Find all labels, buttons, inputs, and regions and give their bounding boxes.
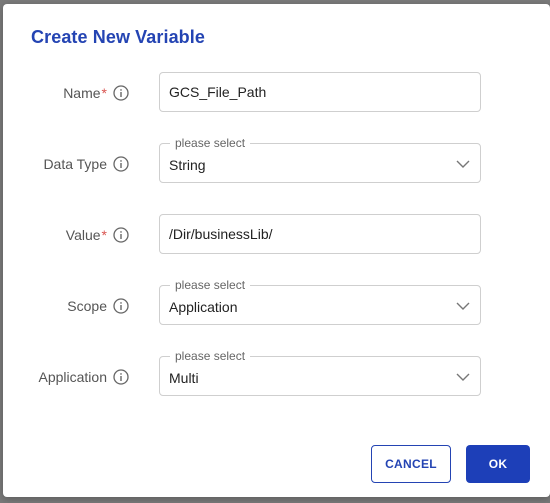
data-type-row: Data Type please select String bbox=[3, 136, 550, 185]
scope-row: Scope please select Application bbox=[3, 278, 550, 327]
info-icon[interactable] bbox=[113, 369, 129, 385]
ok-button[interactable]: OK bbox=[466, 445, 530, 483]
data-type-placeholder: please select bbox=[170, 136, 251, 150]
required-marker: * bbox=[101, 85, 107, 101]
value-input-value: /Dir/businessLib/ bbox=[169, 226, 273, 242]
info-icon[interactable] bbox=[113, 156, 129, 172]
scope-label-text: Scope bbox=[67, 298, 107, 314]
application-row: Application please select Multi bbox=[3, 349, 550, 398]
value-input[interactable]: /Dir/businessLib/ bbox=[159, 214, 481, 254]
name-label-text: Name bbox=[63, 85, 101, 101]
name-label: Name * bbox=[63, 72, 129, 114]
application-value: Multi bbox=[169, 370, 199, 386]
scope-label: Scope bbox=[67, 285, 129, 327]
info-icon[interactable] bbox=[113, 85, 129, 101]
scope-placeholder: please select bbox=[170, 278, 251, 292]
dialog-title: Create New Variable bbox=[31, 27, 205, 47]
application-placeholder: please select bbox=[170, 349, 251, 363]
application-label: Application bbox=[39, 356, 130, 398]
value-row: Value * /Dir/businessLib/ bbox=[3, 214, 550, 256]
scope-value: Application bbox=[169, 299, 238, 315]
name-row: Name * GCS_File_Path bbox=[3, 72, 550, 114]
name-input[interactable]: GCS_File_Path bbox=[159, 72, 481, 112]
application-label-text: Application bbox=[38, 369, 108, 385]
name-input-value: GCS_File_Path bbox=[169, 84, 267, 100]
cancel-button[interactable]: CANCEL bbox=[371, 445, 451, 483]
chevron-down-icon[interactable] bbox=[456, 299, 470, 313]
info-icon[interactable] bbox=[113, 227, 129, 243]
required-marker: * bbox=[101, 227, 107, 243]
value-label: Value * bbox=[66, 214, 129, 256]
data-type-label: Data Type bbox=[43, 143, 129, 185]
chevron-down-icon[interactable] bbox=[456, 157, 470, 171]
application-select[interactable]: please select Multi bbox=[159, 349, 481, 396]
data-type-select[interactable]: please select String bbox=[159, 136, 481, 183]
info-icon[interactable] bbox=[113, 298, 129, 314]
value-label-text: Value bbox=[65, 227, 101, 243]
scope-select[interactable]: please select Application bbox=[159, 278, 481, 325]
chevron-down-icon[interactable] bbox=[456, 370, 470, 384]
create-variable-dialog: Create New Variable Name * GCS_File_Path … bbox=[3, 4, 550, 497]
data-type-value: String bbox=[169, 157, 206, 173]
data-type-label-text: Data Type bbox=[43, 156, 107, 172]
